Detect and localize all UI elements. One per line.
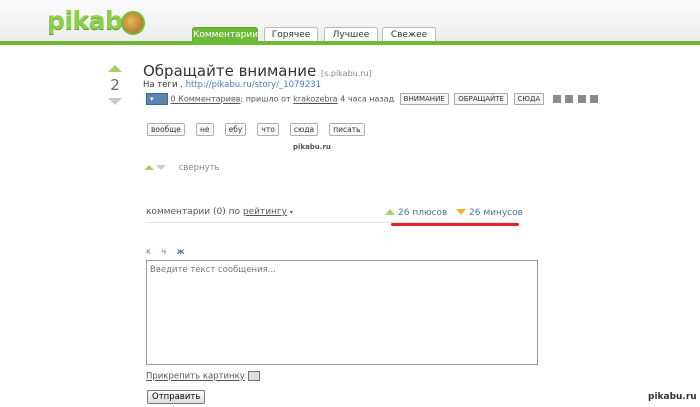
post-link[interactable]: http://pikabu.ru/story/_1079231 <box>186 80 321 90</box>
attach-row: Прикрепить картинку <box>146 371 260 382</box>
vote-up-icon[interactable] <box>108 65 122 72</box>
save-icon[interactable] <box>552 95 561 103</box>
logo-cookie-icon <box>121 11 145 35</box>
image-watermark: pikabu.ru <box>293 143 331 151</box>
minus-label: 26 минусов <box>469 208 523 218</box>
word-tag[interactable]: ебу <box>224 123 247 136</box>
format-toolbar: к ч ж <box>146 247 193 256</box>
post-tag[interactable]: ОБРАЩАЙТЕ <box>454 93 508 105</box>
bold-button[interactable]: ж <box>177 247 185 256</box>
post-tag[interactable]: ВНИМАНИЕ <box>399 93 449 105</box>
plus-count[interactable]: 26 плюсов <box>385 208 447 218</box>
share-dropdown-icon[interactable]: ▾ <box>146 93 168 105</box>
vk-icon[interactable] <box>577 95 586 103</box>
twitter-icon[interactable] <box>590 95 599 103</box>
attach-image-link[interactable]: Прикрепить картинку <box>146 372 245 382</box>
header-divider <box>0 41 700 45</box>
word-tag[interactable]: вообще <box>147 123 185 136</box>
strike-button[interactable]: ч <box>161 247 166 256</box>
comments-count: комментарии (0) по <box>146 207 240 217</box>
comment-input[interactable] <box>146 260 538 365</box>
collapse-link[interactable]: свернуть <box>179 163 220 173</box>
corner-watermark: pikabu.ru <box>648 392 697 402</box>
facebook-icon[interactable] <box>565 95 574 103</box>
tab-comments[interactable]: Комментарии <box>192 27 258 41</box>
tab-hot[interactable]: Горячее <box>264 27 318 41</box>
posted-prefix: ; пришло от <box>240 94 291 104</box>
image-icon[interactable] <box>247 371 260 381</box>
word-tag[interactable]: что <box>257 123 279 136</box>
time-ago: 4 часа назад <box>340 94 395 104</box>
post-rating: 2 <box>110 76 120 94</box>
word-tag[interactable]: не <box>196 123 214 136</box>
vote-down-small-icon[interactable] <box>156 165 166 170</box>
post-title-row: Обращайте внимание [s.pikabu.ru] <box>143 62 372 80</box>
minus-arrow-icon <box>456 209 466 215</box>
author-link[interactable]: krakozebra <box>293 95 337 104</box>
comments-count-link[interactable]: 0 Комментариев <box>171 95 241 104</box>
word-tag[interactable]: писать <box>329 123 365 136</box>
word-tag-list: вообще не ебу что сюда писать <box>147 117 371 136</box>
post-title[interactable]: Обращайте внимание <box>143 62 316 80</box>
red-underline-annotation <box>391 223 519 226</box>
comments-sort-bar: комментарии (0) по рейтингу ▾ <box>146 207 293 217</box>
post-footer-votes: свернуть <box>144 163 220 173</box>
plus-label: 26 плюсов <box>398 208 448 218</box>
word-tag[interactable]: сюда <box>289 123 319 136</box>
chevron-down-icon[interactable]: ▾ <box>290 209 293 216</box>
plus-arrow-icon <box>385 209 395 215</box>
vote-down-icon[interactable] <box>108 98 122 105</box>
site-header: pikabu Комментарии Горячее Лучшее Свежее <box>0 0 700 44</box>
subline-prefix: На теги . <box>143 80 183 90</box>
post-source: [s.pikabu.ru] <box>321 69 372 78</box>
logo[interactable]: pikabu <box>47 7 145 35</box>
submit-button[interactable]: Отправить <box>147 390 206 404</box>
tab-best[interactable]: Лучшее <box>324 27 378 41</box>
tab-fresh[interactable]: Свежее <box>382 27 436 41</box>
sort-link[interactable]: рейтингу <box>243 207 287 217</box>
post-subline: На теги . http://pikabu.ru/story/_107923… <box>143 80 321 90</box>
italic-button[interactable]: к <box>146 247 151 256</box>
vote-up-small-icon[interactable] <box>144 165 154 170</box>
post-meta: ▾ 0 Комментариев; пришло от krakozebra 4… <box>146 93 599 105</box>
minus-count[interactable]: 26 минусов <box>456 208 523 218</box>
post-tag[interactable]: СЮДА <box>513 93 545 105</box>
